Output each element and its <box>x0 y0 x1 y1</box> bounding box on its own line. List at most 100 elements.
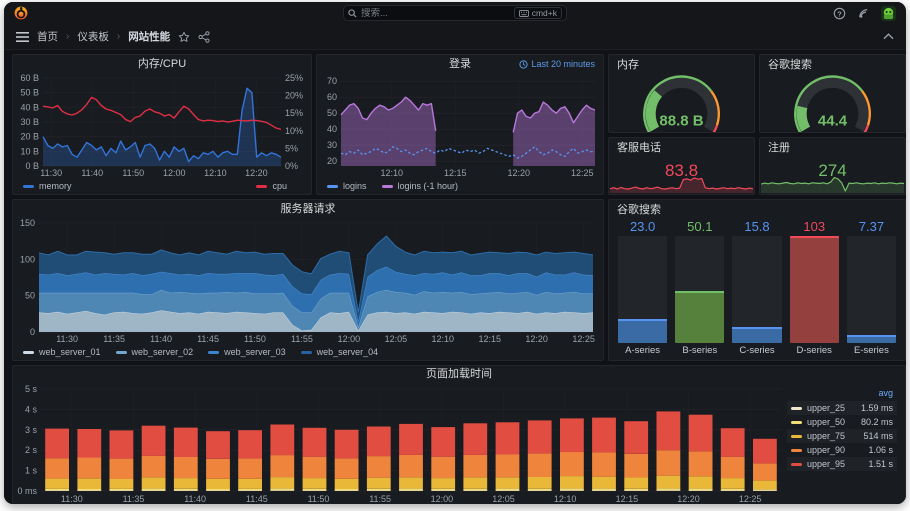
panel-title[interactable]: 客服电话 <box>609 138 754 154</box>
bar-category-label: A-series <box>618 343 667 358</box>
server-requests-chart[interactable]: 05010015011:3011:3511:4011:4511:5011:551… <box>13 218 603 344</box>
svg-text:12:25: 12:25 <box>739 494 762 504</box>
bar-fill <box>847 335 896 343</box>
user-avatar[interactable] <box>881 6 896 21</box>
panel-title[interactable]: 谷歌搜索 <box>760 55 905 71</box>
search-icon <box>348 9 357 18</box>
bar-track <box>790 236 839 343</box>
legend-item[interactable]: upper_901.06 s <box>787 443 897 457</box>
bar-track <box>618 236 667 343</box>
legend-avg-value: 80.2 ms <box>861 417 893 427</box>
legend-item[interactable]: upper_25 1.59 ms <box>787 401 897 415</box>
svg-text:10%: 10% <box>285 126 303 136</box>
svg-text:12:00: 12:00 <box>431 494 454 504</box>
svg-text:12:15: 12:15 <box>444 168 467 178</box>
svg-text:10 B: 10 B <box>20 146 39 156</box>
panel-title[interactable]: 页面加载时间 <box>13 366 905 382</box>
collapse-chevron-up-icon[interactable] <box>883 33 894 40</box>
help-icon[interactable]: ? <box>833 7 846 20</box>
legend-avg-value: 1.59 ms <box>861 403 893 413</box>
news-rss-icon[interactable] <box>857 7 870 20</box>
clock-icon <box>519 60 528 69</box>
legend-avg-value: 1.51 s <box>868 459 893 469</box>
memory-cpu-chart[interactable]: 0 B10 B20 B30 B40 B50 B60 B0%5%10%15%20%… <box>13 73 311 178</box>
navbar-actions: ? <box>833 6 896 21</box>
legend-item[interactable]: upper_5080.2 ms <box>787 415 897 429</box>
svg-text:11:50: 11:50 <box>244 334 266 344</box>
bar-category-label: E-series <box>847 343 896 358</box>
support-calls-stat[interactable]: 83.8 <box>609 154 754 194</box>
panel-title[interactable]: 注册 <box>760 138 905 154</box>
share-icon[interactable] <box>198 31 210 43</box>
svg-text:20%: 20% <box>285 91 303 101</box>
breadcrumb-dashboards[interactable]: 仪表板 <box>77 29 109 44</box>
svg-text:40 B: 40 B <box>20 102 39 112</box>
legend-item[interactable]: cpu <box>256 181 287 191</box>
svg-text:12:10: 12:10 <box>204 168 227 178</box>
legend-item[interactable]: upper_951.51 s <box>787 457 897 471</box>
bar-track <box>732 236 781 343</box>
svg-text:100: 100 <box>20 254 35 264</box>
legend-item[interactable]: web_server_01 <box>23 347 101 357</box>
search-input[interactable] <box>361 8 510 19</box>
bar-track <box>675 236 724 343</box>
svg-text:0%: 0% <box>285 161 298 171</box>
memory-cpu-legend: memory cpu <box>13 178 311 194</box>
shortcut-label: cmd+k <box>532 8 557 18</box>
svg-text:50: 50 <box>327 108 337 118</box>
legend-label: cpu <box>272 181 287 191</box>
bar-category-label: D-series <box>790 343 839 358</box>
bar-gauge-column[interactable]: 103 D-series <box>790 219 839 358</box>
google-search-bar-gauge[interactable]: 23.0A-series50.1B-series15.8C-series 103 D… <box>609 216 905 360</box>
bar-value: 103 <box>790 219 839 236</box>
bar-value: 50.1 <box>675 219 724 236</box>
panel-google-search-gauge: 谷歌搜索 44.4 <box>759 54 906 133</box>
legend-swatch <box>791 463 802 466</box>
breadcrumb-home[interactable]: 首页 <box>37 29 58 44</box>
svg-text:12:10: 12:10 <box>431 334 454 344</box>
svg-text:2 s: 2 s <box>25 445 38 455</box>
bar-fill <box>732 327 781 343</box>
legend-item[interactable]: web_server_02 <box>116 347 194 357</box>
legend-swatch <box>327 185 338 188</box>
legend-label: upper_25 <box>807 403 845 413</box>
panel-title[interactable]: 内存/CPU <box>13 55 311 73</box>
legend-avg-header[interactable]: avg <box>787 388 897 401</box>
page-load-chart[interactable]: 0 ms1 s2 s3 s4 s5 s11:3011:3511:4011:451… <box>13 382 787 504</box>
legend-item[interactable]: upper_75514 ms <box>787 429 897 443</box>
svg-text:?: ? <box>837 9 842 18</box>
legend-item[interactable]: memory <box>23 181 72 191</box>
panel-title[interactable]: 内存 <box>609 55 754 71</box>
panel-title[interactable]: 服务器请求 <box>13 200 603 218</box>
legend-item[interactable]: web_server_04 <box>301 347 379 357</box>
grafana-logo-icon[interactable] <box>14 6 28 20</box>
search-box[interactable]: cmd+k <box>343 5 567 21</box>
google-search-gauge[interactable]: 44.4 <box>760 71 905 132</box>
svg-text:12:10: 12:10 <box>554 494 577 504</box>
legend-label: memory <box>39 181 72 191</box>
svg-text:11:45: 11:45 <box>246 494 268 504</box>
bar-gauge-column[interactable]: 7.37E-series <box>847 219 896 358</box>
panel-signups: 注册 274 <box>759 137 906 195</box>
bar-gauge-column[interactable]: 15.8C-series <box>732 219 781 358</box>
svg-text:60: 60 <box>327 92 337 102</box>
signups-stat[interactable]: 274 <box>760 154 905 194</box>
panel-title[interactable]: 谷歌搜索 <box>609 200 905 216</box>
legend-avg-value: 514 ms <box>863 431 893 441</box>
logins-chart[interactable]: 20304050607012:1012:1512:2012:25 <box>317 73 603 178</box>
svg-text:60 B: 60 B <box>20 73 39 83</box>
bar-gauge-column[interactable]: 50.1B-series <box>675 219 724 358</box>
bar-gauge-column[interactable]: 23.0A-series <box>618 219 667 358</box>
svg-text:88.8 B: 88.8 B <box>659 113 703 130</box>
bar-fill <box>675 291 724 343</box>
bar-category-label: C-series <box>732 343 781 358</box>
menu-hamburger-icon[interactable] <box>16 32 29 42</box>
svg-text:4 s: 4 s <box>25 404 38 414</box>
svg-text:11:55: 11:55 <box>369 494 391 504</box>
memory-gauge[interactable]: 88.8 B <box>609 71 754 132</box>
time-range-indicator[interactable]: Last 20 minutes <box>519 55 595 73</box>
legend-item[interactable]: logins <box>327 181 367 191</box>
legend-item[interactable]: web_server_03 <box>208 347 286 357</box>
favorite-star-icon[interactable] <box>178 31 190 43</box>
legend-item[interactable]: logins (-1 hour) <box>382 181 459 191</box>
